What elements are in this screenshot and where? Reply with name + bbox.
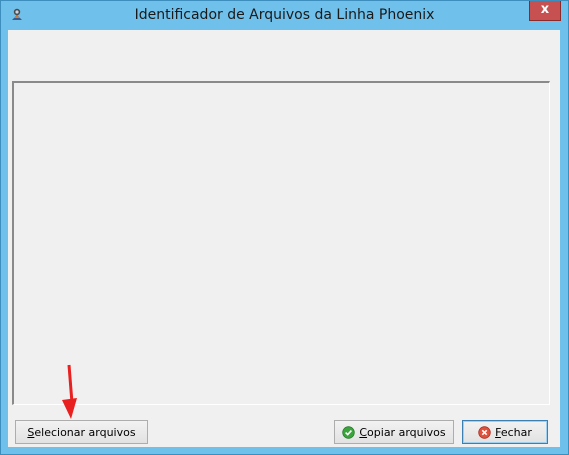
select-files-button[interactable]: Selecionar arquivos (15, 420, 148, 444)
cancel-circle-icon (478, 425, 491, 439)
window-close-button[interactable]: x (529, 1, 561, 21)
copy-files-label: Copiar arquivos (359, 425, 446, 439)
window-title: Identificador de Arquivos da Linha Phoen… (134, 7, 435, 23)
red-arrow-annotation (62, 364, 77, 419)
client-area: Selecionar arquivos Copiar arquivos Fech… (8, 30, 560, 447)
close-button[interactable]: Fechar (462, 420, 548, 444)
close-label: Fechar (495, 425, 532, 439)
file-list-panel[interactable] (12, 81, 550, 405)
title-bar[interactable]: Identificador de Arquivos da Linha Phoen… (1, 1, 568, 30)
check-circle-icon (342, 425, 356, 439)
main-window: Identificador de Arquivos da Linha Phoen… (0, 0, 569, 455)
copy-files-button[interactable]: Copiar arquivos (334, 420, 454, 444)
select-files-label: Selecionar arquivos (27, 425, 136, 439)
